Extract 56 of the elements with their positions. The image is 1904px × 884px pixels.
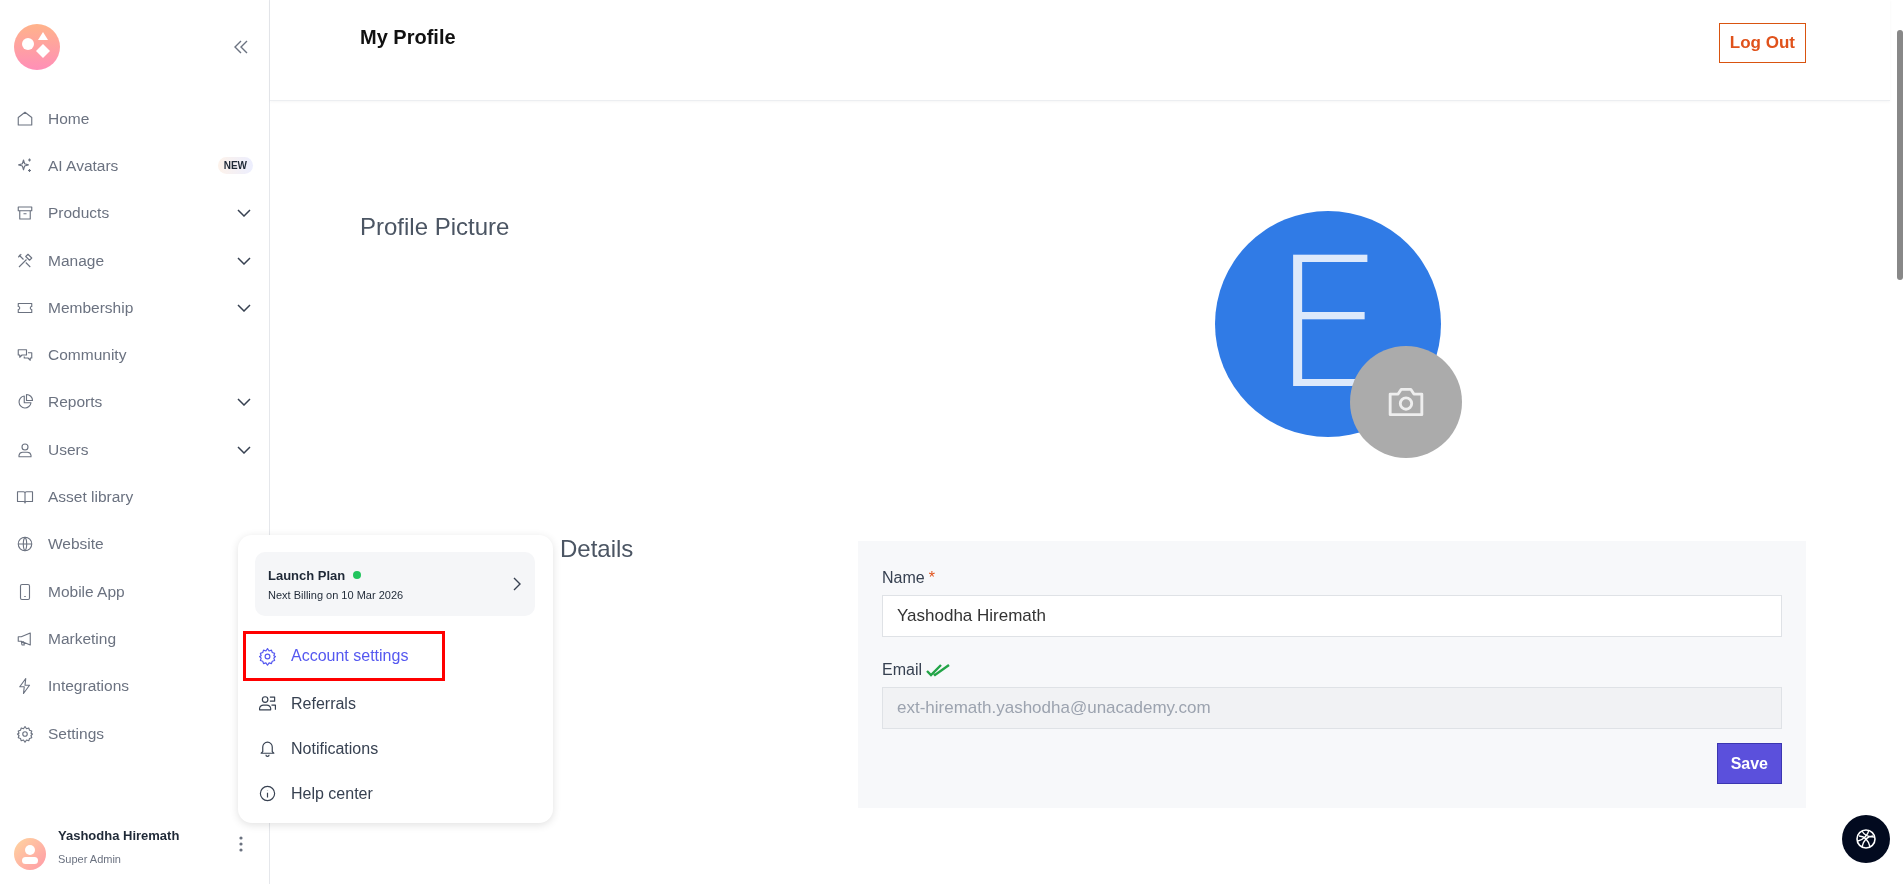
- chevron-right-icon: [513, 577, 521, 591]
- section-heading: Profile Picture: [360, 213, 511, 242]
- nav-item[interactable]: Mobile App: [16, 567, 255, 616]
- user-role: Super Admin: [58, 853, 122, 865]
- camera-icon: [1387, 386, 1425, 418]
- tools-icon: [16, 251, 34, 270]
- nav-item[interactable]: Home: [16, 95, 255, 143]
- bell-icon: [258, 739, 277, 758]
- chevron-down-icon: [237, 256, 251, 265]
- plan-card[interactable]: Launch Plan Next Billing on 10 Mar 2026: [255, 552, 535, 616]
- chevron-down-icon: [237, 303, 251, 312]
- nav-item[interactable]: Community: [16, 331, 255, 379]
- chat-button[interactable]: [1842, 815, 1890, 863]
- pie-chart-icon: [16, 393, 34, 412]
- nav-item[interactable]: Asset library: [16, 473, 255, 521]
- archive-box-icon: [16, 204, 34, 223]
- nav-item[interactable]: Website: [16, 520, 255, 568]
- settings-icon: [258, 646, 277, 666]
- menu-item[interactable]: Help center: [243, 771, 418, 816]
- nav-item[interactable]: Manage: [16, 236, 255, 285]
- user-name: Yashodha Hiremath: [58, 828, 181, 843]
- info-icon: [258, 784, 277, 803]
- globe-icon: [16, 535, 34, 554]
- settings-icon: [16, 724, 34, 743]
- user-icon: [16, 440, 34, 459]
- book-icon: [16, 488, 34, 506]
- plan-name: Launch Plan: [268, 567, 346, 583]
- avatar-icon: [14, 838, 46, 870]
- home-icon: [16, 109, 34, 128]
- name-field[interactable]: Yashodha Hiremath: [882, 595, 1782, 637]
- people-icon: [258, 694, 277, 713]
- new-badge: NEW: [217, 157, 253, 175]
- section-heading: Details: [560, 535, 635, 563]
- chevron-down-icon: [237, 445, 251, 454]
- page-title: My Profile: [360, 26, 456, 49]
- globe-icon: [1854, 827, 1878, 851]
- menu-item[interactable]: Account settings: [243, 631, 445, 681]
- megaphone-icon: [16, 629, 34, 648]
- nav-item[interactable]: Membership: [16, 284, 255, 332]
- logout-button[interactable]: Log Out: [1718, 23, 1806, 63]
- scrollbar[interactable]: [1897, 30, 1903, 280]
- nav-item[interactable]: Reports: [16, 378, 255, 427]
- more-icon[interactable]: [239, 836, 243, 852]
- logo: [14, 24, 60, 70]
- field-label: Email: [882, 661, 922, 679]
- billing-date: Next Billing on 10 Mar 2026: [268, 588, 404, 601]
- chevron-down-icon: [237, 398, 251, 407]
- sparkle-icon: [16, 156, 34, 175]
- chevron-down-icon: [237, 209, 251, 218]
- nav-item[interactable]: AI Avatars NEW: [16, 142, 255, 190]
- required-mark: *: [928, 569, 935, 587]
- field-label: Name: [882, 569, 925, 587]
- nav-item[interactable]: Products: [16, 189, 255, 237]
- collapse-icon[interactable]: [233, 40, 249, 54]
- save-button[interactable]: Save: [1716, 743, 1782, 784]
- nav-item[interactable]: Users: [16, 426, 255, 474]
